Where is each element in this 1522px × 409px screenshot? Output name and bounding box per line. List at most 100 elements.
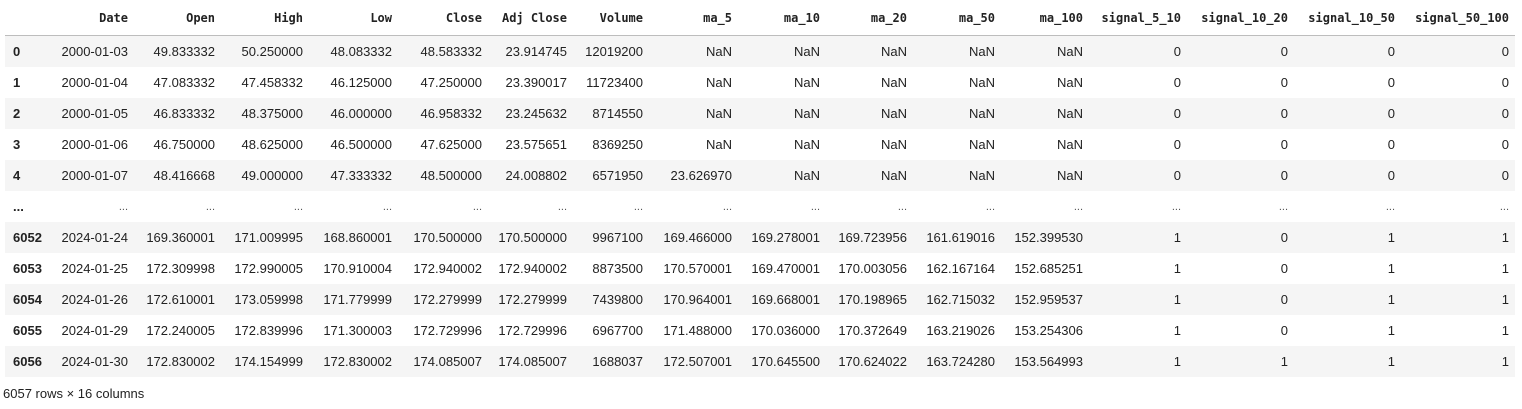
- table-cell: 0: [1280, 230, 1288, 245]
- column-header: Close: [398, 0, 488, 36]
- table-cell: 23.575651: [505, 137, 567, 152]
- ellipsis-row: ........................................…: [5, 191, 1515, 222]
- table-cell: 161.619016: [926, 230, 995, 245]
- table-cell: 172.279999: [413, 292, 482, 307]
- table-cell: 1: [1387, 261, 1395, 276]
- table-cell: 152.959537: [1014, 292, 1083, 307]
- table-cell: 1: [1501, 323, 1509, 338]
- table-cell: 1: [1173, 261, 1181, 276]
- ellipsis-index: ...: [13, 199, 24, 214]
- table-cell: 1: [1280, 354, 1288, 369]
- table-cell: NaN: [793, 44, 820, 59]
- table-cell: NaN: [793, 168, 820, 183]
- table-cell: 1: [1387, 323, 1395, 338]
- table-cell: 163.219026: [926, 323, 995, 338]
- ellipsis-cell: ...: [557, 200, 567, 213]
- table-cell: 171.009995: [234, 230, 303, 245]
- row-index: 6052: [13, 230, 42, 245]
- ellipsis-cell: ...: [472, 200, 482, 213]
- column-header: High: [221, 0, 309, 36]
- table-cell: 153.254306: [1014, 323, 1083, 338]
- table-cell: NaN: [968, 75, 995, 90]
- table-row: 3 2000-01-06 46.750000 48.625000 46.500000 47…: [5, 129, 1515, 160]
- table-cell: 46.125000: [330, 75, 392, 90]
- table-cell: 172.940002: [498, 261, 567, 276]
- table-cell: 172.279999: [498, 292, 567, 307]
- table-cell: 2024-01-24: [61, 230, 129, 245]
- table-cell: 172.729996: [413, 323, 482, 338]
- table-cell: 7439800: [592, 292, 643, 307]
- table-cell: 0: [1501, 168, 1509, 183]
- table-cell: 0: [1173, 106, 1181, 121]
- table-cell: 0: [1173, 75, 1181, 90]
- table-cell: 0: [1387, 44, 1395, 59]
- table-row: 2 2000-01-05 46.833332 48.375000 46.000000 46…: [5, 98, 1515, 129]
- table-cell: 0: [1501, 75, 1509, 90]
- table-cell: 0: [1280, 323, 1288, 338]
- column-header: signal_50_100: [1401, 0, 1515, 36]
- table-cell: 8714550: [592, 106, 643, 121]
- table-row: 0 2000-01-03 49.833332 50.250000 48.083332 48…: [5, 35, 1515, 67]
- table-cell: 2000-01-07: [61, 168, 129, 183]
- table-cell: 170.964001: [663, 292, 732, 307]
- table-cell: 1: [1173, 230, 1181, 245]
- table-cell: 9967100: [592, 230, 643, 245]
- table-cell: 47.250000: [420, 75, 482, 90]
- table-cell: 171.779999: [323, 292, 392, 307]
- ellipsis-cell: ...: [633, 200, 643, 213]
- table-cell: 11723400: [586, 75, 643, 90]
- table-cell: 2000-01-06: [61, 137, 129, 152]
- table-cell: 153.564993: [1014, 354, 1083, 369]
- table-cell: 46.958332: [420, 106, 482, 121]
- table-cell: 174.154999: [234, 354, 303, 369]
- table-cell: 48.625000: [241, 137, 303, 152]
- table-cell: 171.300003: [323, 323, 392, 338]
- table-row: 6056 2024-01-30 172.830002 174.154999 172.83…: [5, 346, 1515, 377]
- table-row: 6052 2024-01-24 169.360001 171.009995 168.86…: [5, 222, 1515, 253]
- row-index: 0: [13, 44, 21, 59]
- table-cell: 172.309998: [146, 261, 215, 276]
- ellipsis-cell: ...: [118, 200, 128, 213]
- index-header: [5, 0, 48, 36]
- table-cell: 170.198965: [838, 292, 907, 307]
- ellipsis-cell: ...: [293, 200, 303, 213]
- table-row: 1 2000-01-04 47.083332 47.458332 46.125000 47…: [5, 67, 1515, 98]
- table-cell: 48.500000: [420, 168, 482, 183]
- table-cell: NaN: [880, 137, 907, 152]
- table-cell: NaN: [968, 44, 995, 59]
- table-cell: 170.500000: [413, 230, 482, 245]
- ellipsis-cell: ...: [1385, 200, 1395, 213]
- row-index: 1: [13, 75, 21, 90]
- column-header: signal_5_10: [1089, 0, 1187, 36]
- column-header: Low: [309, 0, 398, 36]
- dataframe-output: Date Open High Low Close Adj Close Volume ma_5 m…: [5, 0, 1515, 377]
- table-cell: 47.458332: [241, 75, 303, 90]
- table-cell: 23.245632: [505, 106, 567, 121]
- table-cell: 170.645500: [751, 354, 820, 369]
- table-cell: 171.488000: [663, 323, 732, 338]
- column-header: Adj Close: [488, 0, 573, 36]
- table-cell: 172.240005: [146, 323, 215, 338]
- table-cell: 23.626970: [670, 168, 732, 183]
- table-cell: 170.003056: [838, 261, 907, 276]
- table-cell: 172.830002: [323, 354, 392, 369]
- table-cell: 6571950: [592, 168, 643, 183]
- table-cell: 47.333332: [330, 168, 392, 183]
- table-cell: 1: [1501, 354, 1509, 369]
- table-cell: 48.416668: [153, 168, 215, 183]
- table-cell: NaN: [705, 137, 732, 152]
- ellipsis-cell: ...: [1073, 200, 1083, 213]
- table-cell: NaN: [1056, 44, 1083, 59]
- table-cell: 169.278001: [751, 230, 820, 245]
- table-cell: 46.833332: [153, 106, 215, 121]
- table-cell: 1: [1501, 230, 1509, 245]
- column-header: signal_10_20: [1187, 0, 1294, 36]
- table-cell: 2000-01-05: [61, 106, 129, 121]
- table-cell: 1: [1501, 261, 1509, 276]
- table-cell: 1688037: [592, 354, 643, 369]
- ellipsis-cell: ...: [985, 200, 995, 213]
- table-cell: 172.610001: [146, 292, 215, 307]
- table-cell: NaN: [705, 75, 732, 90]
- table-cell: 1: [1173, 323, 1181, 338]
- table-cell: 48.083332: [330, 44, 392, 59]
